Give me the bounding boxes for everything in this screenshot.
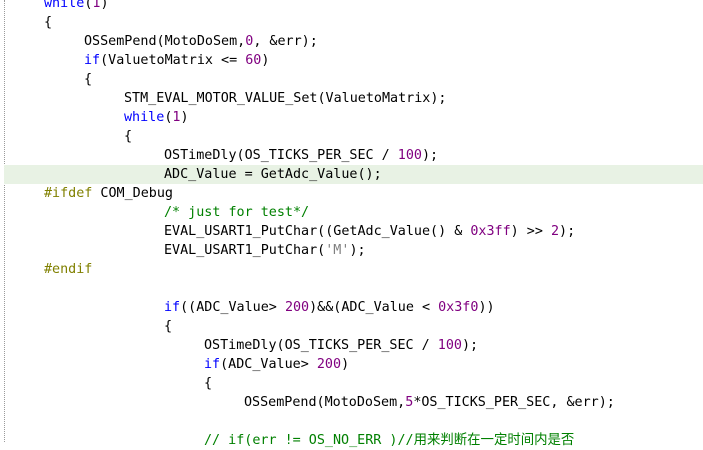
code-line[interactable]: {	[4, 374, 703, 393]
code-token: 2	[550, 224, 560, 239]
code-token: ((ADC_Value>	[180, 300, 285, 315]
code-line[interactable]: OSSemPend(MotoDoSem,0, &err);	[4, 32, 703, 51]
code-line[interactable]: /* just for test*/	[4, 203, 703, 222]
code-line[interactable]: {	[4, 13, 703, 32]
code-line[interactable]: {	[4, 70, 703, 89]
code-token: EVAL_USART1_PutChar((GetAdc_Value() &	[164, 224, 471, 239]
code-token: 200	[316, 357, 342, 372]
code-line[interactable]: #ifdef COM_Debug	[4, 184, 703, 203]
code-token: {	[44, 15, 53, 30]
code-line[interactable]: while(1)	[4, 0, 703, 13]
code-token: if	[204, 357, 221, 372]
code-token: OSSemPend(MotoDoSem,	[84, 34, 246, 49]
code-token: // if(err != OS_NO_ERR )//用来判断在一定时间内是否	[204, 433, 575, 448]
code-token: STM_EVAL_MOTOR_VALUE_Set(ValuetoMatrix);	[124, 91, 447, 106]
code-token: COM_Debug	[92, 186, 173, 201]
code-token: EVAL_USART1_PutChar(	[164, 243, 326, 258]
code-line-current[interactable]: ADC_Value = GetAdc_Value();	[4, 165, 703, 184]
code-line[interactable]: if(ADC_Value> 200)	[4, 355, 703, 374]
code-line[interactable]: OSTimeDly(OS_TICKS_PER_SEC / 100);	[4, 146, 703, 165]
code-token: 'M'	[325, 243, 350, 258]
code-line[interactable]: if(ValuetoMatrix <= 60)	[4, 51, 703, 70]
code-line[interactable]	[4, 412, 703, 431]
code-token: 60	[245, 53, 262, 68]
code-token: )	[180, 110, 189, 125]
code-token: while	[124, 110, 165, 125]
code-line[interactable]: // if(err != OS_NO_ERR )//用来判断在一定时间内是否	[4, 431, 703, 450]
code-line[interactable]	[4, 279, 703, 298]
code-token: #endif	[44, 262, 93, 277]
code-token: 200	[284, 300, 310, 315]
code-token: );	[461, 338, 479, 353]
code-token: )&&(ADC_Value <	[309, 300, 439, 315]
code-token: #ifdef	[44, 186, 93, 201]
code-token: if	[84, 53, 101, 68]
code-token: )	[341, 357, 350, 372]
code-line[interactable]: #endif	[4, 260, 703, 279]
code-token: if	[164, 300, 181, 315]
code-token: {	[84, 72, 93, 87]
code-token: while	[44, 0, 85, 11]
code-token: (ADC_Value>	[220, 357, 317, 372]
code-token: OSSemPend(MotoDoSem,	[244, 395, 406, 410]
code-line[interactable]: OSTimeDly(OS_TICKS_PER_SEC / 100);	[4, 336, 703, 355]
code-token: OSTimeDly(OS_TICKS_PER_SEC /	[204, 338, 438, 353]
code-token: 100	[397, 148, 422, 163]
code-token: {	[124, 129, 133, 144]
code-token: {	[204, 376, 213, 391]
code-token: 0x3f0	[438, 300, 479, 315]
code-token: )	[261, 53, 270, 68]
code-token: OSTimeDly(OS_TICKS_PER_SEC /	[164, 148, 398, 163]
code-line[interactable]: EVAL_USART1_PutChar('M');	[4, 241, 703, 260]
code-token: , &err);	[253, 34, 318, 49]
code-token: ADC_Value = GetAdc_Value();	[164, 167, 382, 182]
code-token: );	[559, 224, 576, 239]
code-token: ) >>	[510, 224, 551, 239]
code-token: 0x3ff	[470, 224, 511, 239]
code-token: {	[164, 319, 173, 334]
code-token: /* just for test*/	[164, 205, 310, 220]
code-token: (ValuetoMatrix <=	[100, 53, 246, 68]
code-token: 100	[437, 338, 462, 353]
code-line[interactable]: {	[4, 127, 703, 146]
code-token: *OS_TICKS_PER_SEC, &err);	[413, 395, 615, 410]
code-token: );	[421, 148, 439, 163]
code-token: );	[349, 243, 366, 258]
code-line[interactable]: OSSemPend(MotoDoSem,5*OS_TICKS_PER_SEC, …	[4, 393, 703, 412]
code-line[interactable]: {	[4, 317, 703, 336]
code-token: ))	[478, 300, 495, 315]
code-token: )	[100, 0, 109, 11]
code-line[interactable]: while(1)	[4, 108, 703, 127]
code-line[interactable]: if((ADC_Value> 200)&&(ADC_Value < 0x3f0)…	[4, 298, 703, 317]
code-line[interactable]: EVAL_USART1_PutChar((GetAdc_Value() & 0x…	[4, 222, 703, 241]
code-line[interactable]: STM_EVAL_MOTOR_VALUE_Set(ValuetoMatrix);	[4, 89, 703, 108]
